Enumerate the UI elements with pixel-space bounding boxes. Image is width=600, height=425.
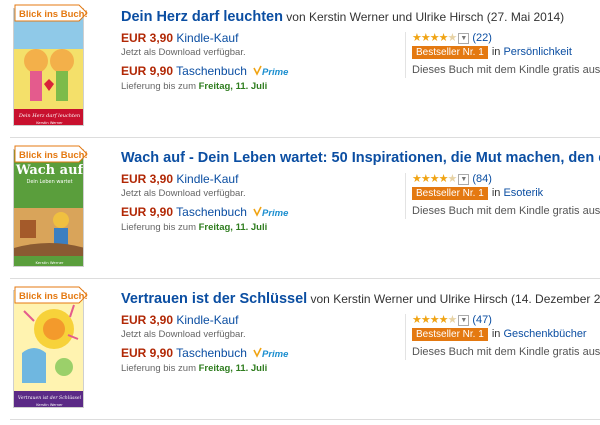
title-line: Vertrauen ist der Schlüssel von Kerstin … (121, 291, 600, 307)
prime-icon: Prime (253, 347, 291, 362)
rating-row[interactable]: ★★★★★ ▼ (22) (412, 31, 492, 44)
search-result: Wach auf Dein Leben wartet Kerstin Werne… (0, 141, 600, 276)
star-rating-icon[interactable]: ★★★★★ (412, 173, 457, 185)
delivery-date: Freitag, 11. Juli (198, 81, 268, 92)
cover-title: Wach auf (15, 163, 84, 178)
paperback-price: EUR 9,90 (121, 64, 174, 78)
star-rating-icon[interactable]: ★★★★★ (412, 32, 457, 44)
look-inside-text: Blick ins Buch! (19, 9, 88, 20)
kindle-format-link[interactable]: Kindle-Kauf (176, 313, 238, 327)
column-divider (405, 314, 406, 360)
kindle-availability: Jetzt als Download verfügbar. (121, 47, 246, 58)
cover-title: Dein Herz darf leuchten (18, 113, 80, 119)
cover-author: Kerstin Werner (36, 121, 63, 125)
kindle-price: EUR 3,90 (121, 313, 174, 327)
kindle-availability: Jetzt als Download verfügbar. (121, 188, 246, 199)
cover-illustration: Vertrauen ist der Schlüssel Kerstin Wern… (14, 291, 83, 407)
chevron-down-icon[interactable]: ▼ (458, 315, 470, 326)
bestseller-category-link[interactable]: Geschenkbücher (503, 328, 586, 340)
cover-subtitle: Dein Leben wartet (26, 179, 72, 185)
byline: von Kerstin Werner und Ulrike Hirsch (14… (307, 292, 600, 306)
look-inside-text: Blick ins Buch! (19, 150, 88, 161)
book-title-link[interactable]: Wach auf - Dein Leben wartet: 50 Inspira… (121, 150, 600, 166)
look-inside-text: Blick ins Buch! (19, 291, 88, 302)
book-title-link[interactable]: Vertrauen ist der Schlüssel (121, 291, 307, 307)
review-count-link[interactable]: (47) (472, 314, 492, 326)
kindle-lending-text: Dieses Buch mit dem Kindle gratis auslei… (412, 205, 600, 217)
kindle-format: EUR 3,90 Kindle-Kauf (121, 31, 238, 45)
kindle-lending-text: Dieses Buch mit dem Kindle gratis auslei… (412, 346, 600, 358)
kindle-format: EUR 3,90 Kindle-Kauf (121, 172, 238, 186)
review-count-link[interactable]: (22) (472, 32, 492, 44)
bestseller-category-link[interactable]: Esoterik (503, 187, 543, 199)
book-title-link[interactable]: Dein Herz darf leuchten (121, 9, 283, 25)
cover-author: Kerstin Werner (36, 403, 63, 407)
star-rating-icon[interactable]: ★★★★★ (412, 314, 457, 326)
rating-row[interactable]: ★★★★★ ▼ (84) (412, 172, 492, 185)
look-inside-badge[interactable]: Blick ins Buch! (13, 284, 89, 306)
column-divider (405, 32, 406, 78)
kindle-format-link[interactable]: Kindle-Kauf (176, 172, 238, 186)
look-inside-badge[interactable]: Blick ins Buch! (13, 143, 89, 165)
kindle-format: EUR 3,90 Kindle-Kauf (121, 313, 238, 327)
bestseller-row: Bestseller Nr. 1 in Persönlichkeit (412, 46, 572, 59)
paperback-format-link[interactable]: Taschenbuch (176, 205, 247, 219)
delivery-info: Lieferung bis zum Freitag, 11. Juli (121, 81, 268, 92)
paperback-price: EUR 9,90 (121, 346, 174, 360)
paperback-price: EUR 9,90 (121, 205, 174, 219)
title-line: Wach auf - Dein Leben wartet: 50 Inspira… (121, 150, 600, 166)
chevron-down-icon[interactable]: ▼ (458, 174, 470, 185)
search-result: Vertrauen ist der Schlüssel Kerstin Wern… (0, 282, 600, 417)
delivery-date: Freitag, 11. Juli (198, 363, 268, 374)
divider (10, 137, 600, 138)
chevron-down-icon[interactable]: ▼ (458, 33, 470, 44)
delivery-info: Lieferung bis zum Freitag, 11. Juli (121, 222, 268, 233)
rating-row[interactable]: ★★★★★ ▼ (47) (412, 313, 492, 326)
book-cover[interactable]: Dein Herz darf leuchten Kerstin Werner (13, 8, 84, 126)
kindle-format-link[interactable]: Kindle-Kauf (176, 31, 238, 45)
cover-illustration: Dein Herz darf leuchten Kerstin Werner (14, 9, 83, 125)
delivery-info: Lieferung bis zum Freitag, 11. Juli (121, 363, 268, 374)
cover-illustration: Wach auf Dein Leben wartet Kerstin Werne… (14, 150, 84, 266)
review-count-link[interactable]: (84) (472, 173, 492, 185)
divider (10, 419, 600, 420)
bestseller-category-link[interactable]: Persönlichkeit (503, 46, 571, 58)
book-cover[interactable]: Vertrauen ist der Schlüssel Kerstin Wern… (13, 290, 84, 408)
cover-title: Vertrauen ist der Schlüssel (18, 395, 82, 401)
kindle-price: EUR 3,90 (121, 31, 174, 45)
look-inside-badge[interactable]: Blick ins Buch! (13, 2, 89, 24)
kindle-availability: Jetzt als Download verfügbar. (121, 329, 246, 340)
bestseller-badge[interactable]: Bestseller Nr. 1 (412, 46, 488, 59)
bestseller-badge[interactable]: Bestseller Nr. 1 (412, 328, 488, 341)
paperback-format: EUR 9,90 Taschenbuch Prime (121, 346, 291, 362)
prime-icon: Prime (253, 206, 291, 221)
svg-text:Prime: Prime (262, 349, 289, 359)
paperback-format: EUR 9,90 Taschenbuch Prime (121, 64, 291, 80)
column-divider (405, 173, 406, 219)
svg-text:Prime: Prime (262, 67, 289, 77)
prime-icon: Prime (253, 65, 291, 80)
bestseller-row: Bestseller Nr. 1 in Geschenkbücher (412, 328, 587, 341)
kindle-lending-text: Dieses Buch mit dem Kindle gratis auslei… (412, 64, 600, 76)
cover-author: Kerstin Werner (36, 260, 64, 265)
search-result: Dein Herz darf leuchten Kerstin Werner B… (0, 0, 600, 135)
svg-text:Prime: Prime (262, 208, 289, 218)
book-cover[interactable]: Wach auf Dein Leben wartet Kerstin Werne… (13, 149, 84, 267)
delivery-date: Freitag, 11. Juli (198, 222, 268, 233)
byline: von Kerstin Werner und Ulrike Hirsch (27… (282, 10, 565, 24)
bestseller-badge[interactable]: Bestseller Nr. 1 (412, 187, 488, 200)
divider (10, 278, 600, 279)
kindle-price: EUR 3,90 (121, 172, 174, 186)
paperback-format: EUR 9,90 Taschenbuch Prime (121, 205, 291, 221)
bestseller-row: Bestseller Nr. 1 in Esoterik (412, 187, 543, 200)
paperback-format-link[interactable]: Taschenbuch (176, 346, 247, 360)
paperback-format-link[interactable]: Taschenbuch (176, 64, 247, 78)
title-line: Dein Herz darf leuchten von Kerstin Wern… (121, 9, 600, 25)
